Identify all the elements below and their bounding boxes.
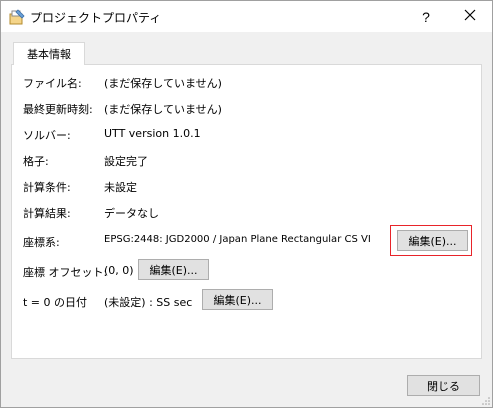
project-properties-dialog: プロジェクトプロパティ ? 基本情報 ファイル名: (まだ保存していません) 最… xyxy=(0,0,493,408)
grid-label: 格子: xyxy=(23,155,49,168)
tab-basic-info[interactable]: 基本情報 xyxy=(13,42,85,65)
calc-results-label: 計算結果: xyxy=(23,207,71,220)
grid-value: 設定完了 xyxy=(104,155,148,168)
close-button[interactable]: 閉じる xyxy=(407,375,480,396)
window-title: プロジェクトプロパティ xyxy=(30,11,162,25)
help-button[interactable]: ? xyxy=(406,1,446,32)
solver-label: ソルバー: xyxy=(23,129,71,142)
t0-date-value: (未設定) : SS sec xyxy=(104,296,193,309)
calc-conditions-label: 計算条件: xyxy=(23,181,71,194)
resize-grip-icon[interactable] xyxy=(481,396,491,406)
coordinate-system-value: EPSG:2448: JGD2000 / Japan Plane Rectang… xyxy=(104,234,371,245)
title-bar: プロジェクトプロパティ ? xyxy=(1,1,492,32)
last-updated-value: (まだ保存していません) xyxy=(104,103,222,116)
calc-conditions-value: 未設定 xyxy=(104,181,137,194)
coordinate-offset-edit-button[interactable]: 編集(E)... xyxy=(138,259,209,280)
coordinate-offset-value: (0, 0) xyxy=(104,264,134,277)
file-name-value: (まだ保存していません) xyxy=(104,77,222,90)
coordinate-system-edit-button[interactable]: 編集(E)... xyxy=(397,230,468,251)
close-window-button[interactable] xyxy=(448,1,492,32)
last-updated-label: 最終更新時刻: xyxy=(23,103,93,116)
coordinate-system-label: 座標系: xyxy=(23,236,60,249)
t0-date-edit-button[interactable]: 編集(E)... xyxy=(202,289,273,310)
solver-value: UTT version 1.0.1 xyxy=(104,127,201,140)
calc-results-value: データなし xyxy=(104,207,159,220)
app-icon xyxy=(9,9,25,25)
t0-date-label: t = 0 の日付 xyxy=(23,296,88,309)
file-name-label: ファイル名: xyxy=(23,77,82,90)
coordinate-offset-label: 座標 オフセット: xyxy=(23,266,108,279)
close-icon xyxy=(464,9,476,24)
